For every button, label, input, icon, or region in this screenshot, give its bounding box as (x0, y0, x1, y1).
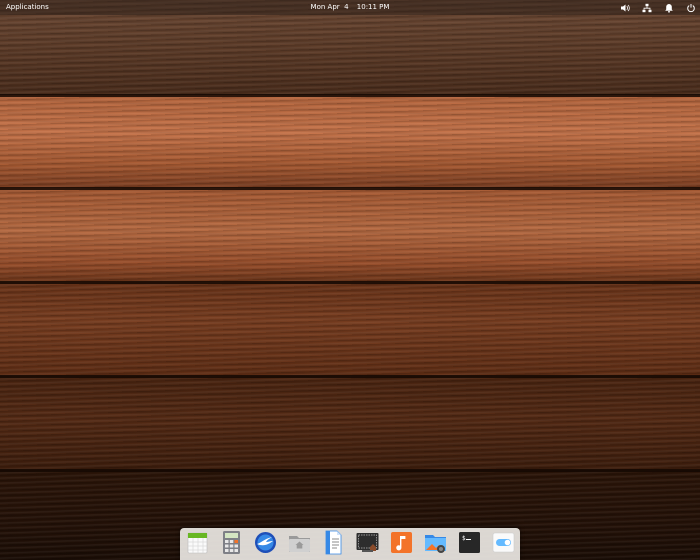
settings-icon[interactable] (492, 530, 515, 555)
wood-plank (0, 188, 700, 282)
wood-plank (0, 376, 700, 470)
desktop-wallpaper (0, 0, 700, 560)
volume-icon[interactable] (620, 3, 630, 13)
svg-text:$: $ (462, 535, 466, 542)
calculator-icon[interactable] (220, 530, 243, 555)
applications-menu-button[interactable]: Applications (6, 0, 49, 15)
notifications-icon[interactable] (664, 3, 674, 13)
calendar-icon[interactable] (186, 530, 209, 555)
screenshot-icon[interactable] (356, 530, 379, 555)
clock-time: 10:11 PM (356, 3, 390, 11)
plank-seam (0, 94, 700, 97)
clock-button[interactable]: Mon Apr 4 10:11 PM (308, 0, 393, 15)
network-icon[interactable] (642, 3, 652, 13)
wood-plank (0, 95, 700, 188)
indicator-area (620, 0, 696, 15)
text-editor-icon[interactable] (322, 530, 345, 555)
dock: $ (180, 528, 520, 560)
clock-date: Mon Apr 4 (310, 3, 349, 11)
photos-icon[interactable] (424, 530, 447, 555)
plank-seam (0, 375, 700, 378)
music-icon[interactable] (390, 530, 413, 555)
web-browser-icon[interactable] (254, 530, 277, 555)
power-icon[interactable] (686, 3, 696, 13)
terminal-icon[interactable]: $ (458, 530, 481, 555)
files-icon[interactable] (288, 530, 311, 555)
wood-plank (0, 282, 700, 376)
plank-seam (0, 187, 700, 190)
plank-seam (0, 469, 700, 472)
top-panel: Applications Mon Apr 4 10:11 PM (0, 0, 700, 15)
plank-seam (0, 281, 700, 284)
